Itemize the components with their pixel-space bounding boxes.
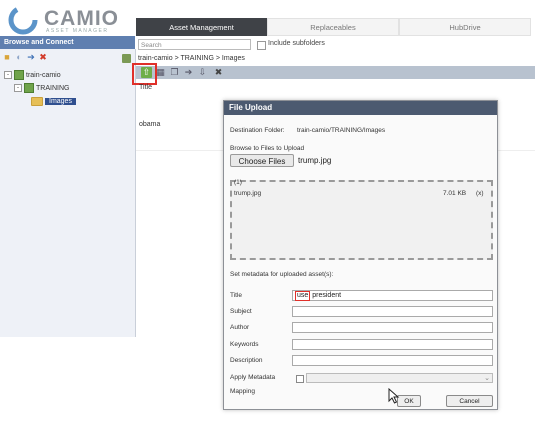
- arrow-right-icon[interactable]: ➔: [26, 52, 36, 62]
- file-row-name: trump.jpg: [234, 190, 262, 197]
- metadata-heading: Set metadata for uploaded asset(s):: [230, 271, 334, 278]
- move-icon[interactable]: ➔: [183, 67, 194, 78]
- tab-replaceables[interactable]: Replaceables: [267, 18, 399, 36]
- chevron-down-icon: ⌄: [484, 375, 490, 382]
- mapping-label: Mapping: [230, 388, 255, 395]
- title-label: Title: [230, 292, 243, 299]
- file-count: (1): [234, 179, 242, 186]
- package-icon: [24, 83, 34, 94]
- subject-label: Subject: [230, 308, 252, 315]
- camio-logo-icon: [8, 5, 38, 35]
- delete-icon[interactable]: ✖: [213, 67, 224, 78]
- tab-hubdrive[interactable]: HubDrive: [399, 18, 531, 36]
- copy-icon[interactable]: ❐: [169, 67, 180, 78]
- delete-icon[interactable]: ✖: [38, 52, 48, 62]
- title-cursor-text: use: [295, 291, 311, 301]
- tree-item-label: Images: [45, 98, 76, 105]
- refresh-icon[interactable]: ◐: [14, 52, 24, 62]
- file-row-size: 7.01 KB: [443, 190, 467, 197]
- asset-row[interactable]: obama: [139, 121, 160, 128]
- include-subfolders-checkbox[interactable]: [257, 41, 266, 50]
- author-field[interactable]: [292, 322, 493, 333]
- author-label: Author: [230, 324, 250, 331]
- tree-item-images[interactable]: Images: [31, 96, 76, 107]
- tab-asset-management[interactable]: Asset Management: [136, 18, 267, 36]
- top-tabs: Asset Management Replaceables HubDrive: [136, 18, 531, 36]
- include-subfolders-label: Include subfolders: [268, 40, 325, 47]
- folder-icon: [31, 96, 43, 106]
- description-field[interactable]: [292, 355, 493, 366]
- cancel-button[interactable]: Cancel: [446, 395, 493, 407]
- file-upload-dialog: File Upload Destination Folder: train-ca…: [223, 100, 498, 410]
- browse-label: Browse to Files to Upload: [230, 145, 305, 152]
- chosen-file-name: trump.jpg: [298, 156, 332, 165]
- title-field-value: president: [312, 292, 342, 299]
- description-label: Description: [230, 357, 263, 364]
- apply-metadata-label: Apply Metadata: [230, 374, 276, 381]
- dialog-title: File Upload: [224, 101, 497, 115]
- destination-value: train-camio/TRAINING/Images: [297, 127, 386, 134]
- mapping-select[interactable]: ⌄: [306, 373, 493, 383]
- destination-label: Destination Folder:: [230, 127, 285, 134]
- collapse-icon[interactable]: -: [14, 84, 22, 93]
- column-header-title[interactable]: Title: [139, 84, 152, 91]
- title-field[interactable]: use president: [292, 290, 493, 301]
- logo-subtitle: ASSET MANAGER: [46, 28, 109, 34]
- choose-files-button[interactable]: Choose Files: [230, 154, 294, 167]
- keywords-field[interactable]: [292, 339, 493, 350]
- camio-logo: CAMIO ASSET MANAGER: [6, 3, 118, 37]
- search-input[interactable]: Search: [138, 39, 251, 50]
- apply-metadata-checkbox[interactable]: [296, 375, 304, 383]
- tree-item-label: train-camio: [26, 72, 61, 79]
- upload-highlight: [132, 63, 157, 85]
- main-toolbar: ⇧ ▦ ❐ ➔ ⇩ ✖: [136, 66, 535, 79]
- keywords-label: Keywords: [230, 341, 259, 348]
- ok-button[interactable]: OK: [397, 395, 421, 407]
- collapse-icon[interactable]: -: [4, 71, 12, 80]
- tree-item-training[interactable]: - TRAINING: [14, 83, 69, 94]
- tree-item-label: TRAINING: [36, 85, 70, 92]
- package-icon: [14, 70, 24, 81]
- breadcrumb: train-camio > TRAINING > Images: [138, 55, 245, 62]
- new-folder-icon[interactable]: ■: [2, 52, 12, 62]
- connect-icon[interactable]: [122, 54, 131, 63]
- tree-item-train-camio[interactable]: - train-camio: [4, 70, 61, 81]
- subject-field[interactable]: [292, 306, 493, 317]
- left-panel-header: Browse and Connect: [0, 36, 135, 49]
- remove-file-button[interactable]: (x): [476, 190, 484, 197]
- file-drop-zone[interactable]: (1) trump.jpg 7.01 KB (x): [230, 179, 493, 260]
- download-icon[interactable]: ⇩: [197, 67, 208, 78]
- mouse-cursor-icon: [388, 388, 400, 404]
